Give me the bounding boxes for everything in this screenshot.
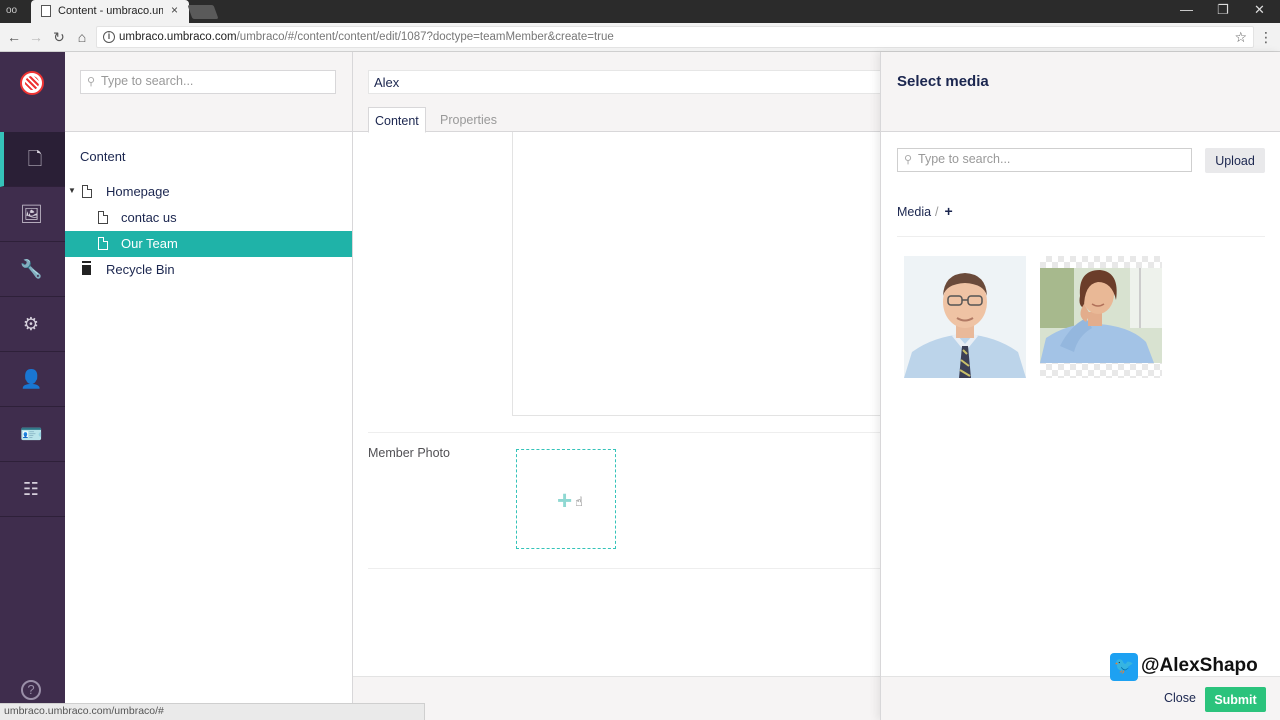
divider — [368, 568, 880, 569]
upload-button[interactable]: Upload — [1205, 148, 1265, 173]
media-item-woman-photo[interactable] — [1040, 256, 1162, 378]
select-media-panel: Select media ⚲ Upload Media / + — [880, 52, 1280, 720]
url-path: /umbraco/#/content/content/edit/1087?doc… — [236, 31, 614, 43]
select-media-header: Select media — [881, 52, 1280, 132]
caret-down-icon[interactable]: ▼ — [68, 186, 76, 195]
section-members[interactable]: 🪪 — [0, 407, 65, 462]
tree-root-label[interactable]: Content — [80, 149, 126, 164]
browser-tabbar: oo Content - umbraco.umb × — ❐ ✕ — [0, 0, 1280, 23]
section-users[interactable]: 👤 — [0, 352, 65, 407]
search-icon: ⚲ — [904, 154, 913, 166]
forms-icon: ☷ — [22, 479, 40, 499]
media-item-man-photo[interactable] — [904, 256, 1026, 378]
image-icon: 🖼 — [20, 204, 43, 224]
tree-node-label: Our Team — [121, 236, 178, 251]
add-media-button[interactable]: + ☝ — [516, 449, 616, 549]
tree-node-recycle-bin[interactable]: Recycle Bin — [65, 257, 352, 283]
reload-icon[interactable]: ↻ — [50, 29, 68, 46]
section-content[interactable]: 🗋 — [0, 132, 65, 187]
submit-button[interactable]: Submit — [1205, 687, 1266, 712]
forward-icon[interactable]: → — [27, 29, 45, 45]
node-name-value: Alex — [374, 75, 400, 90]
member-photo-label: Member Photo — [368, 446, 450, 460]
content-editor: Alex Content Properties Member Photo + ☝ — [353, 52, 880, 720]
man-portrait-image — [904, 256, 1026, 378]
umbraco-logo-icon[interactable] — [20, 71, 44, 95]
wrench-icon: 🔧 — [20, 259, 43, 279]
tree-search[interactable]: ⚲ — [80, 70, 336, 94]
new-tab-button[interactable] — [187, 5, 219, 19]
browser-menu-icon[interactable]: ⋮ — [1259, 29, 1273, 46]
document-icon — [82, 185, 92, 198]
browser-status-bar: umbraco.umbraco.com/umbraco/# — [0, 703, 425, 720]
status-url: umbraco.umbraco.com/umbraco/# — [4, 705, 164, 717]
id-card-icon: 🪪 — [20, 424, 43, 444]
close-button[interactable]: Close — [1164, 691, 1196, 705]
tab-content[interactable]: Content — [368, 107, 426, 133]
gear-icon: ⚙ — [22, 314, 40, 334]
tree-node-label: contac us — [121, 210, 177, 225]
content-tree-panel: ⚲ Content ▼ Homepage contac us Our Team … — [65, 52, 353, 720]
section-nav: 🗋 🖼 🔧 ⚙ 👤 🪪 ☷ ? — [0, 52, 65, 720]
url-field[interactable]: i umbraco.umbraco.com/umbraco/#/content/… — [96, 26, 1254, 48]
document-icon — [98, 211, 108, 224]
breadcrumb-media[interactable]: Media — [897, 205, 931, 219]
select-media-title: Select media — [897, 73, 989, 90]
restore-icon[interactable]: ❐ — [1217, 2, 1229, 18]
tree-node-label: Homepage — [106, 184, 170, 199]
tree-search-area: ⚲ — [65, 52, 352, 132]
select-media-footer: Close Submit — [881, 676, 1280, 720]
tree-node-contac-us[interactable]: contac us — [65, 205, 352, 231]
tree-node-our-team[interactable]: Our Team — [65, 231, 352, 257]
tree-node-homepage[interactable]: ▼ Homepage — [65, 179, 352, 205]
tab-title: Content - umbraco.umb — [58, 5, 163, 17]
page-favicon-icon — [41, 5, 51, 17]
section-settings[interactable]: 🔧 — [0, 242, 65, 297]
tree-search-input[interactable] — [101, 74, 329, 88]
trash-icon — [82, 263, 91, 275]
twitter-handle: @AlexShapo — [1141, 655, 1258, 676]
editor-footer — [353, 676, 880, 720]
rich-text-editor[interactable] — [512, 132, 880, 416]
url-host: umbraco.umbraco.com — [119, 31, 237, 43]
media-breadcrumb: Media / + — [897, 203, 953, 219]
divider — [368, 432, 880, 433]
media-search[interactable]: ⚲ — [897, 148, 1192, 172]
tab-close-icon[interactable]: × — [171, 3, 178, 17]
section-media[interactable]: 🖼 — [0, 187, 65, 242]
tab-properties[interactable]: Properties — [434, 107, 503, 133]
address-bar: ← → ↻ ⌂ i umbraco.umbraco.com/umbraco/#/… — [0, 23, 1280, 52]
document-icon — [98, 237, 108, 250]
window-close-icon[interactable]: ✕ — [1254, 2, 1265, 18]
breadcrumb-separator: / — [935, 205, 939, 219]
tree-node-label: Recycle Bin — [106, 262, 175, 277]
document-icon: 🗋 — [27, 149, 43, 169]
node-name-field[interactable]: Alex — [368, 70, 880, 94]
search-icon: ⚲ — [87, 76, 96, 88]
bookmark-star-icon[interactable]: ☆ — [1234, 29, 1247, 46]
plus-icon: + — [557, 485, 573, 515]
editor-header: Alex Content Properties — [353, 52, 880, 133]
section-forms[interactable]: ☷ — [0, 462, 65, 517]
user-icon: 👤 — [20, 369, 43, 389]
woman-portrait-image — [1040, 268, 1162, 363]
section-developer[interactable]: ⚙ — [0, 297, 65, 352]
twitter-bird-icon: 🐦 — [1110, 653, 1138, 681]
minimize-icon[interactable]: — — [1180, 2, 1193, 17]
home-icon[interactable]: ⌂ — [73, 29, 91, 45]
url-text: umbraco.umbraco.com/umbraco/#/content/co… — [119, 31, 614, 43]
site-info-icon[interactable]: i — [103, 31, 115, 43]
media-search-input[interactable] — [918, 152, 1186, 166]
add-folder-icon[interactable]: + — [945, 203, 953, 219]
window-menu-icon[interactable]: oo — [6, 5, 20, 17]
divider — [897, 236, 1265, 237]
back-icon[interactable]: ← — [5, 29, 23, 45]
hand-cursor-icon: ☝ — [575, 494, 583, 509]
browser-tab[interactable]: Content - umbraco.umb × — [31, 0, 189, 23]
help-icon[interactable]: ? — [21, 680, 41, 700]
